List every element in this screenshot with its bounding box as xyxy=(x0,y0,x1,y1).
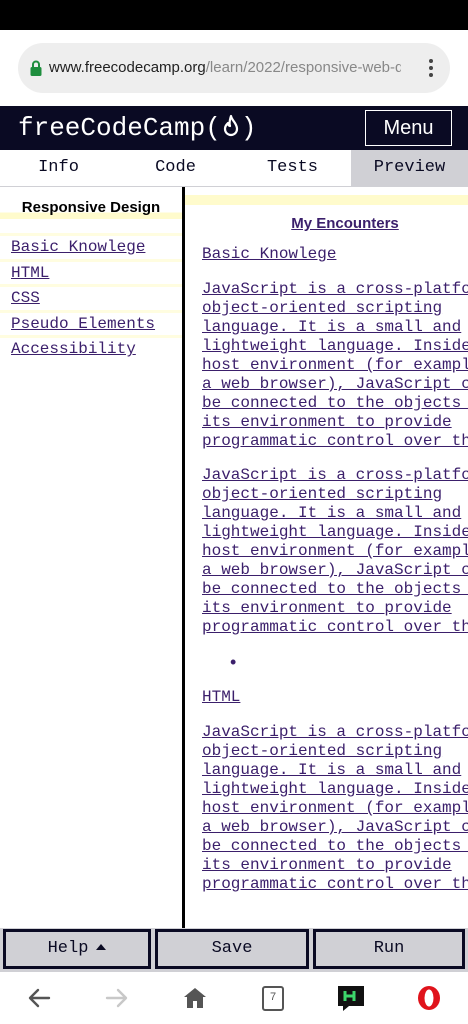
paragraph-link[interactable]: JavaScript is a cross-platform, object-o… xyxy=(202,280,468,451)
fcc-navbar: freeCodeCamp( ) Menu xyxy=(0,106,468,150)
main-top-band xyxy=(185,195,468,205)
tab-info[interactable]: Info xyxy=(0,150,117,186)
url-host: www.freecodecamp.org xyxy=(49,59,206,76)
forward-arrow-icon[interactable] xyxy=(101,984,133,1012)
run-button[interactable]: Run xyxy=(313,929,465,969)
tab-preview[interactable]: Preview xyxy=(351,150,468,186)
sidebar-link-css[interactable]: CSS xyxy=(0,284,182,310)
opera-icon[interactable] xyxy=(413,984,445,1012)
tabs-icon[interactable]: 7 xyxy=(257,984,289,1012)
hype-icon[interactable] xyxy=(335,984,367,1012)
save-button[interactable]: Save xyxy=(155,929,309,969)
main-body: Basic Knowlege JavaScript is a cross-pla… xyxy=(202,245,468,909)
sidebar-link-accessibility[interactable]: Accessibility xyxy=(0,335,182,361)
sidebar-link-html[interactable]: HTML xyxy=(0,258,182,285)
sidebar-link-basic-knowlege[interactable]: Basic Knowlege xyxy=(0,233,182,259)
tab-count: 7 xyxy=(269,991,277,1003)
url-field[interactable]: www.freecodecamp.org/learn/2022/responsi… xyxy=(18,43,450,93)
home-icon[interactable] xyxy=(179,984,211,1012)
sidebar-title: Responsive Design xyxy=(0,197,182,219)
browser-bottom-nav: 7 xyxy=(0,972,468,1024)
tab-tests[interactable]: Tests xyxy=(234,150,351,186)
logo-text: freeCodeCamp( xyxy=(18,113,221,143)
browser-address-bar: www.freecodecamp.org/learn/2022/responsi… xyxy=(0,30,468,106)
more-options-icon[interactable] xyxy=(428,57,434,79)
back-arrow-icon[interactable] xyxy=(23,984,55,1012)
url-path: /learn/2022/responsive-web-d xyxy=(205,59,401,76)
sidebar-links: Basic Knowlege HTML CSS Pseudo Elements … xyxy=(0,233,182,361)
lock-icon xyxy=(30,60,42,76)
list-bullet: • xyxy=(230,652,237,672)
preview-main: My Encounters Basic Knowlege JavaScript … xyxy=(185,187,468,928)
tab-code[interactable]: Code xyxy=(117,150,234,186)
action-bar: Help Save Run xyxy=(0,928,468,972)
caret-up-icon xyxy=(96,944,107,950)
url-text: www.freecodecamp.org/learn/2022/responsi… xyxy=(49,59,401,79)
sidebar-link-pseudo-elements[interactable]: Pseudo Elements xyxy=(0,309,182,336)
section-link-html[interactable]: HTML xyxy=(202,688,468,707)
paragraph-link[interactable]: JavaScript is a cross-platform, object-o… xyxy=(202,466,468,637)
paragraph-link[interactable]: JavaScript is a cross-platform, object-o… xyxy=(202,723,468,894)
section-link-basic-knowlege[interactable]: Basic Knowlege xyxy=(202,245,468,264)
preview-sidebar: Responsive Design Basic Knowlege HTML CS… xyxy=(0,187,182,928)
menu-button[interactable]: Menu xyxy=(365,110,452,146)
preview-frame[interactable]: Responsive Design Basic Knowlege HTML CS… xyxy=(0,187,468,928)
main-heading[interactable]: My Encounters xyxy=(185,215,468,232)
status-bar xyxy=(0,0,468,30)
flame-icon xyxy=(223,114,238,137)
help-label: Help xyxy=(47,939,89,958)
logo-close: ) xyxy=(240,113,257,143)
editor-tabs: Info Code Tests Preview xyxy=(0,150,468,187)
fcc-logo[interactable]: freeCodeCamp( ) xyxy=(18,111,256,145)
help-button[interactable]: Help xyxy=(3,929,151,969)
